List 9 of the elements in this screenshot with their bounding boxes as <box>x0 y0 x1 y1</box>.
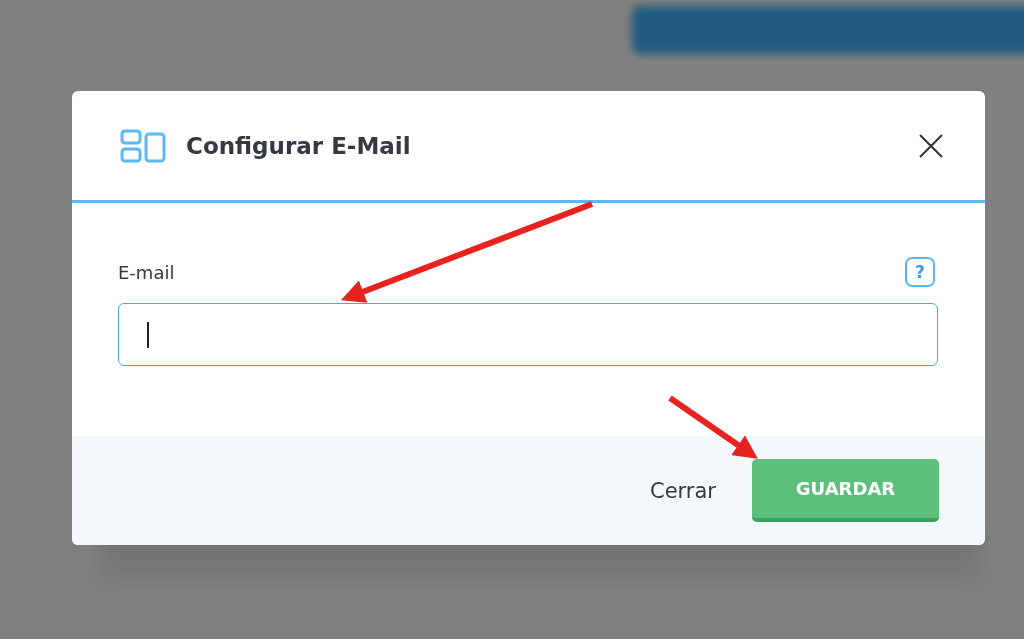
close-icon[interactable] <box>917 131 945 160</box>
email-field[interactable] <box>118 303 938 366</box>
close-button[interactable]: Cerrar <box>650 470 716 511</box>
help-icon[interactable]: ? <box>905 257 935 287</box>
save-button[interactable]: GUARDAR <box>752 459 939 522</box>
field-label: E-mail <box>118 261 175 283</box>
dialog-title: Configurar E-Mail <box>186 132 412 159</box>
layout-icon <box>120 128 166 163</box>
text-cursor <box>147 322 149 348</box>
